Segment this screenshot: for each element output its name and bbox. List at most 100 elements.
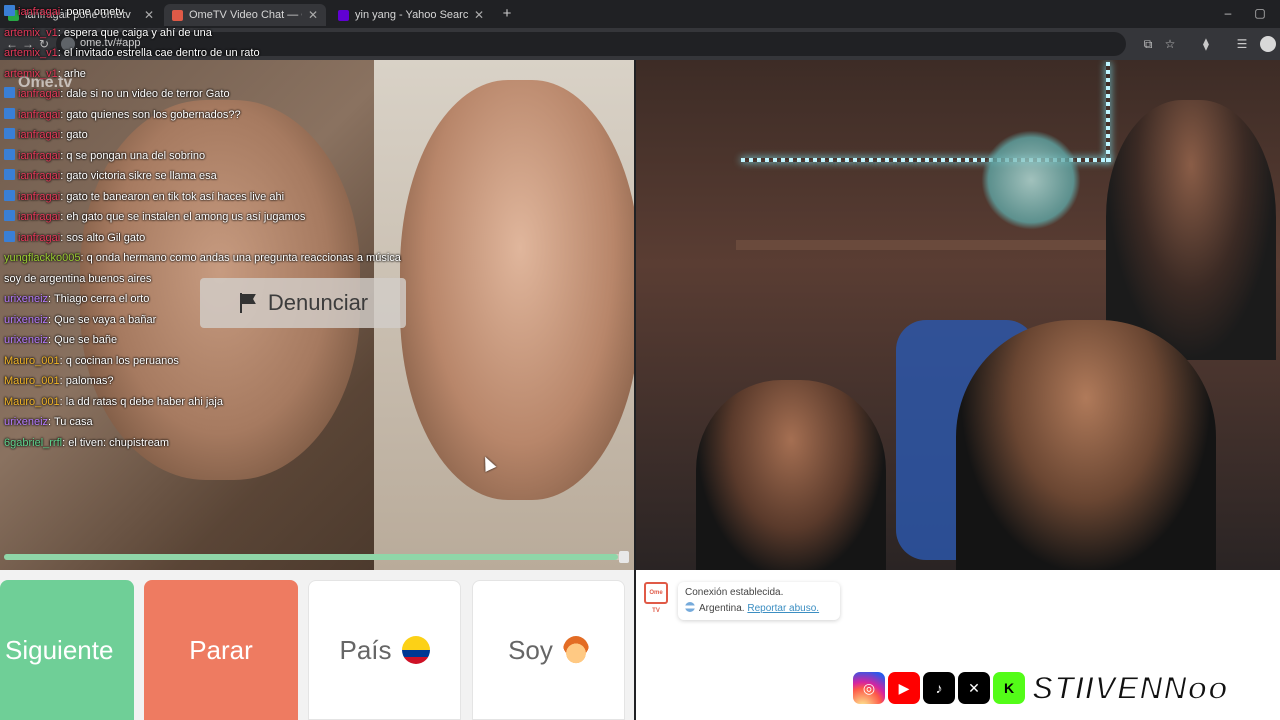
chat-message: soy de argentina buenos aires: [4, 272, 151, 286]
chat-username: ianfragai: [18, 88, 61, 100]
chat-username: ianfragai: [18, 170, 61, 182]
chat-username: Mauro_001: [4, 354, 60, 367]
chat-message: Mauro_001: palomas?: [4, 374, 113, 388]
new-tab-button[interactable]: +: [498, 5, 516, 23]
flag-icon: [238, 293, 258, 313]
gender-label: Soy: [508, 634, 553, 665]
gender-button[interactable]: Soy: [472, 580, 625, 720]
chat-username: 6gabriel_rrfl: [4, 436, 63, 449]
chat-badge-icon: [4, 128, 15, 139]
kick-icon: K: [993, 672, 1025, 704]
chat-text: : dale si no un video de terror Gato: [60, 88, 230, 100]
chat-message: 6gabriel_rrfl: el tiven: chupistream: [4, 436, 169, 450]
chat-username: Mauro_001: [4, 395, 60, 408]
next-button[interactable]: Siguiente: [0, 580, 134, 720]
led-strip: [1106, 62, 1110, 162]
chat-message: ianfragai: pone ometv: [4, 5, 124, 19]
close-icon[interactable]: ✕: [308, 8, 318, 22]
chat-username: Mauro_001: [4, 375, 60, 387]
chat-message: yungflackko005: q onda hermano como anda…: [4, 251, 401, 265]
chat-message: ianfragai: gato victoria sikre se llama …: [4, 169, 217, 183]
chat-badge-icon: [4, 210, 15, 221]
bookmark-star-icon[interactable]: ☆: [1162, 36, 1178, 52]
partner-location: Argentina. Reportar abuso.: [685, 601, 833, 617]
chat-badge-icon: [4, 87, 15, 98]
chat-username: urixeneiz: [4, 293, 49, 305]
chat-message: Mauro_001: la dd ratas q debe haber ahi …: [4, 395, 223, 409]
chat-text: soy de argentina buenos aires: [4, 272, 152, 285]
youtube-icon: ▶: [888, 672, 920, 704]
chat-text: : Thiago cerra el orto: [48, 293, 150, 305]
tab-search-icon[interactable]: ☰: [1234, 36, 1250, 52]
colombia-flag-icon: [401, 636, 430, 664]
report-button[interactable]: Denunciar: [200, 278, 406, 328]
profile-avatar[interactable]: [1260, 36, 1276, 52]
chat-badge-icon: [4, 148, 15, 160]
chat-username: ianfragai: [18, 231, 61, 244]
minimize-button[interactable]: –: [1216, 4, 1240, 22]
chat-text: : eh gato que se instalen el among us as…: [60, 211, 306, 223]
chat-text: : Tu casa: [48, 416, 93, 428]
stop-button[interactable]: Parar: [144, 580, 298, 720]
x-icon: ✕: [958, 672, 990, 704]
person-silhouette: [956, 320, 1216, 570]
country-label: País: [339, 634, 392, 665]
chat-message: ianfragai: gato quienes son los gobernad…: [4, 107, 241, 122]
tab-yahoo-search[interactable]: yin yang - Yahoo Search Tus re ✕: [330, 4, 492, 26]
chat-text: : gato quienes son los gobernados??: [60, 108, 241, 121]
close-icon[interactable]: ✕: [474, 8, 484, 22]
streamer-socials: ◎ ▶ ♪ ✕ K STIIVENNoo: [853, 669, 1229, 707]
chat-text: : gato victoria sikre se llama esa: [60, 170, 217, 182]
chat-username: urixeneiz: [4, 416, 49, 428]
extensions-icon[interactable]: ⧫: [1198, 36, 1214, 52]
chat-badge-icon: [4, 169, 15, 180]
connection-progress-bar: [4, 551, 629, 563]
country-button[interactable]: País: [308, 580, 461, 720]
chat-message: ianfragai: sos alto Gil gato: [4, 230, 146, 245]
chat-text: : gato: [60, 129, 88, 141]
chat-username: yungflackko005: [4, 252, 81, 264]
chat-badge-icon: [4, 5, 15, 16]
chat-message: ianfragai: q se pongan una del sobrino: [4, 148, 206, 163]
streamer-handle: STIIVENNoo: [1031, 669, 1229, 707]
chat-message: ianfragai: eh gato que se instalen el am…: [4, 210, 305, 224]
ometv-favicon-icon: [172, 9, 183, 21]
report-abuse-link[interactable]: Reportar abuso.: [747, 603, 819, 614]
chat-text: : palomas?: [59, 375, 114, 387]
chat-username: ianfragai: [18, 149, 61, 162]
browser-tab-strip: ianfragai: pone ometv ✕ OmeTV Video Chat…: [0, 0, 1280, 28]
instagram-icon: ◎: [853, 672, 885, 704]
chat-text: : sos alto Gil gato: [60, 231, 146, 244]
chat-badge-icon: [4, 107, 15, 119]
chat-username: ianfragai: [18, 211, 61, 223]
cast-icon[interactable]: ⧉: [1140, 36, 1156, 52]
chat-text: : el tiven: chupistream: [62, 436, 170, 449]
chat-username: artemix_v1: [4, 26, 58, 39]
close-icon[interactable]: ✕: [144, 8, 154, 22]
yahoo-favicon-icon: [338, 9, 349, 21]
chat-badge-icon: [4, 189, 15, 201]
chat-username: ianfragai: [18, 108, 61, 121]
chat-text: : q se pongan una del sobrino: [60, 149, 206, 162]
self-video: [636, 60, 1280, 570]
report-label: Denunciar: [267, 290, 369, 315]
chat-username: ianfragai: [18, 129, 61, 141]
chat-message: artemix_v1: arhe: [4, 67, 86, 81]
person-silhouette: [400, 80, 634, 500]
tab-title: OmeTV Video Chat — Ome: [189, 9, 302, 21]
chat-text: : q cocinan los peruanos: [59, 354, 179, 367]
chat-text: : espera que caiga y ahí de una: [57, 26, 212, 39]
chat-message: artemix_v1: el invitado estrella cae den…: [4, 46, 260, 60]
tab-ometv[interactable]: OmeTV Video Chat — Ome ✕: [164, 4, 326, 26]
chat-username: ianfragai: [18, 190, 61, 203]
next-label: Siguiente: [5, 634, 114, 665]
progress-fill: [4, 554, 618, 560]
progress-handle: [619, 551, 629, 563]
boy-icon: [562, 636, 589, 664]
person-silhouette: [1106, 100, 1276, 360]
chat-text: : pone ometv: [60, 6, 124, 18]
ometv-icon: Ome TV: [644, 582, 668, 614]
argentina-flag-icon: [685, 602, 695, 612]
maximize-button[interactable]: ▢: [1248, 4, 1272, 22]
chat-message: urixeneiz: Tu casa: [4, 415, 93, 429]
